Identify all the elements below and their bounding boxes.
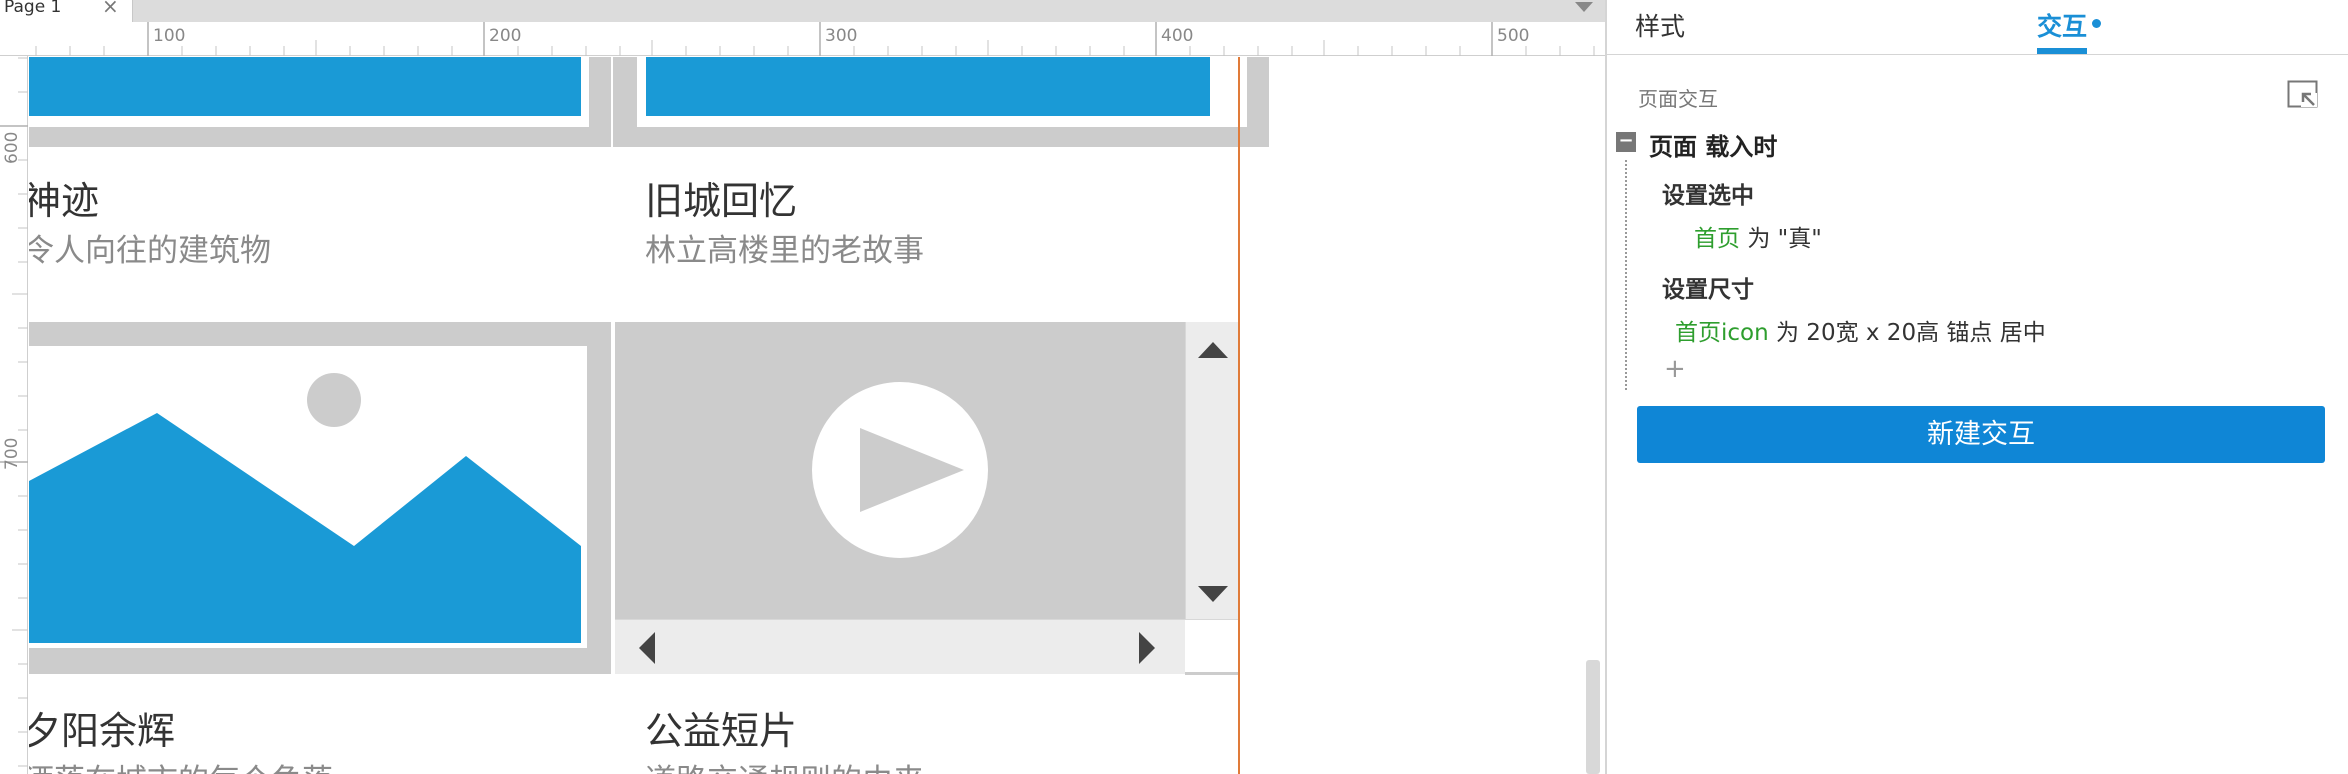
action-detail[interactable]: 首页icon 为 20宽 x 20高 锚点 居中	[1675, 313, 2046, 347]
video-placeholder[interactable]	[615, 322, 1185, 619]
action-title[interactable]: 设置尺寸	[1662, 270, 1754, 304]
page-tab-label: Page 1	[4, 0, 62, 17]
ruler-label: 500	[1497, 26, 1530, 46]
horizontal-ruler[interactable]: 100 200 300 400 500	[0, 22, 1605, 56]
page-tab[interactable]: Page 1 ×	[0, 0, 133, 22]
ruler-label: 600	[2, 131, 22, 164]
event-title[interactable]: 页面 载入时	[1649, 127, 1777, 162]
new-interaction-button[interactable]: 新建交互	[1637, 406, 2325, 463]
section-label: 页面交互	[1638, 87, 1718, 111]
image-placeholder-frame[interactable]	[613, 57, 1269, 147]
ruler-label: 700	[2, 437, 22, 470]
chevron-down-icon[interactable]	[1575, 2, 1593, 12]
document-tab-bar: Page 1 ×	[0, 0, 1605, 22]
play-circle-icon	[812, 382, 988, 558]
design-canvas[interactable]: 神迹 令人向往的建筑物 旧城回忆 林立高楼里的老故事 夕阳余辉 公益短片	[29, 57, 1605, 774]
image-placeholder-frame[interactable]	[29, 57, 611, 147]
video-vertical-scrollbar[interactable]	[1185, 322, 1239, 619]
collapse-panel-icon[interactable]	[2287, 80, 2319, 110]
action-value: 为 "真"	[1747, 226, 1822, 252]
image-placeholder-fill	[646, 57, 1210, 116]
close-icon[interactable]: ×	[102, 0, 119, 16]
landscape-image-icon	[29, 373, 581, 643]
active-indicator-dot	[2092, 19, 2101, 28]
card-subtitle[interactable]: 道路交通规则的由来	[645, 755, 924, 774]
action-value: 为 20宽 x 20高 锚点 居中	[1776, 320, 2046, 346]
collapse-toggle-icon[interactable]: −	[1616, 132, 1636, 152]
card-subtitle[interactable]: 林立高楼里的老故事	[645, 225, 924, 270]
scroll-left-arrow-icon[interactable]	[637, 632, 657, 664]
action-target: 首页icon	[1675, 320, 1769, 346]
ruler-label: 400	[1161, 26, 1194, 46]
scroll-right-arrow-icon[interactable]	[1137, 632, 1157, 664]
image-placeholder[interactable]	[29, 322, 611, 674]
card-title[interactable]: 神迹	[29, 170, 99, 225]
canvas-scrollbar-thumb[interactable]	[1586, 660, 1600, 774]
tab-interaction[interactable]: 交互	[2037, 7, 2087, 43]
divider	[1185, 672, 1239, 675]
active-tab-underline	[2037, 48, 2087, 54]
video-horizontal-scrollbar[interactable]	[615, 619, 1185, 674]
card-subtitle[interactable]: 令人向往的建筑物	[29, 225, 271, 270]
action-title[interactable]: 设置选中	[1662, 176, 1754, 210]
tree-connector	[1625, 160, 1627, 390]
add-action-icon[interactable]: +	[1664, 354, 1686, 384]
inspector-panel: 样式 交互 页面交互 − 页面 载入时 设置选中 首页 为 "真" 设置尺寸 首…	[1605, 0, 2348, 774]
action-detail[interactable]: 首页 为 "真"	[1694, 219, 1822, 253]
card-title[interactable]: 旧城回忆	[645, 170, 797, 225]
vertical-ruler[interactable]: 600 700	[0, 56, 28, 774]
page-width-guide	[1238, 57, 1240, 774]
image-placeholder-fill	[29, 57, 581, 116]
ruler-label: 300	[825, 26, 858, 46]
scrollbar-corner	[1185, 619, 1239, 674]
image-placeholder-border	[29, 346, 587, 648]
card-title[interactable]: 公益短片	[645, 700, 797, 755]
card-subtitle[interactable]: 洒落在城市的每个角落	[29, 755, 333, 774]
panel-tab-bar: 样式 交互	[1607, 0, 2348, 55]
action-target: 首页	[1694, 226, 1740, 252]
scroll-up-arrow-icon[interactable]	[1198, 340, 1228, 360]
card-title[interactable]: 夕阳余辉	[29, 700, 175, 755]
tab-style[interactable]: 样式	[1635, 7, 1685, 43]
scroll-down-arrow-icon[interactable]	[1198, 584, 1228, 604]
ruler-label: 200	[489, 26, 522, 46]
ruler-label: 100	[153, 26, 186, 46]
